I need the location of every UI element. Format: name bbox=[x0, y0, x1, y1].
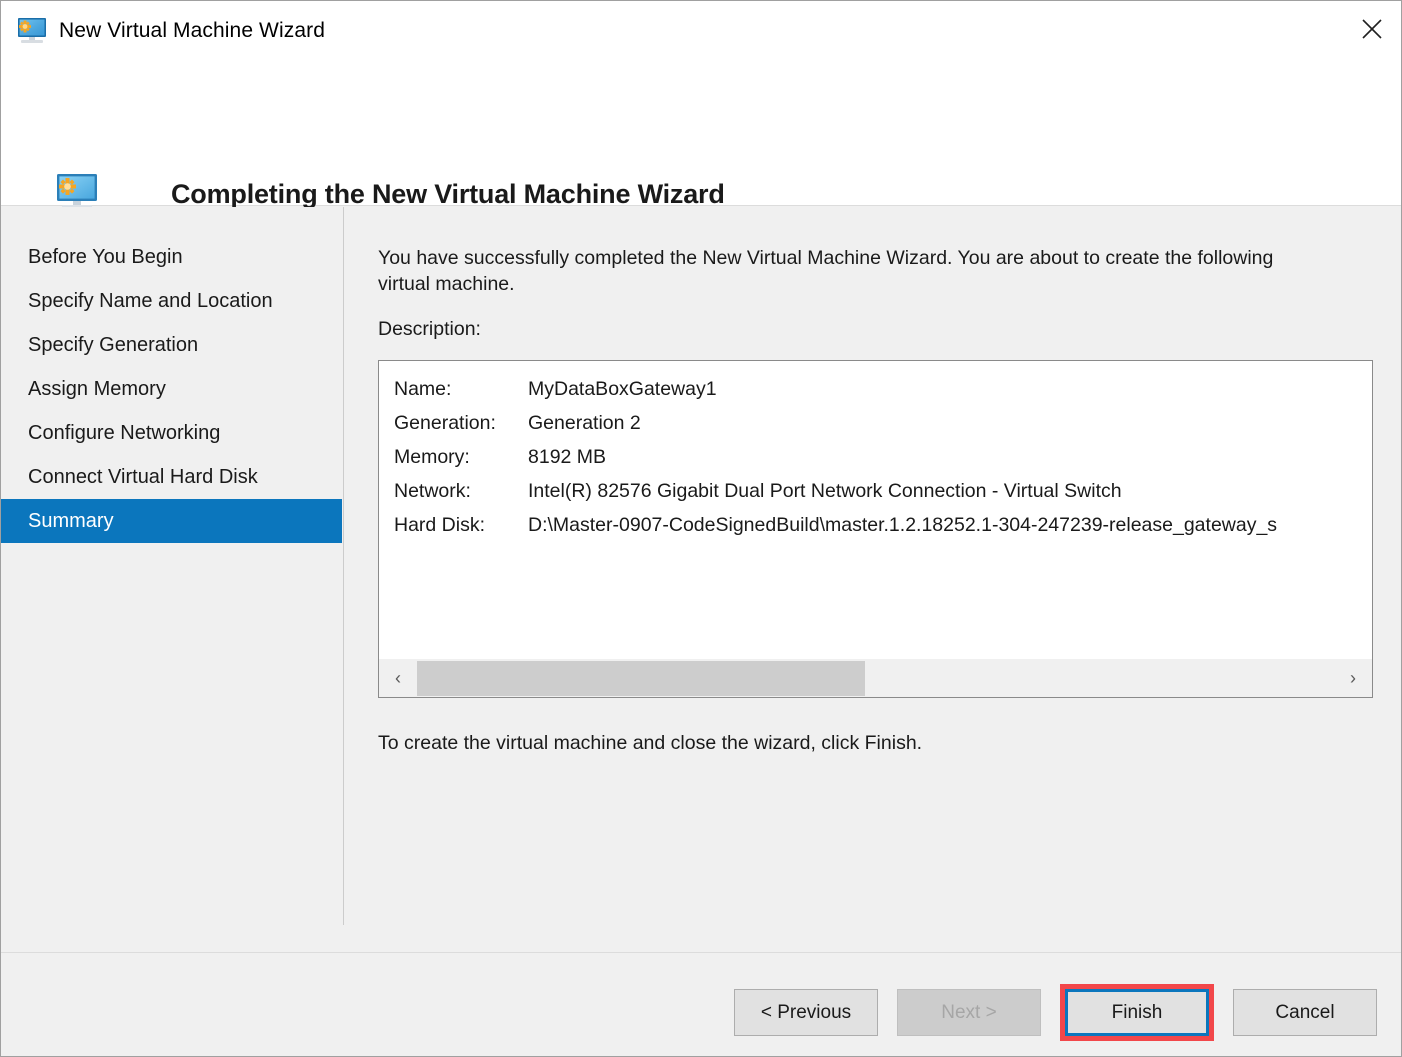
finish-instruction: To create the virtual machine and close … bbox=[378, 732, 923, 754]
sidebar-item-specify-generation[interactable]: Specify Generation bbox=[1, 323, 342, 367]
sidebar-item-label: Summary bbox=[28, 509, 114, 532]
summary-key: Hard Disk: bbox=[394, 513, 486, 536]
wizard-body: Before You Begin Specify Name and Locati… bbox=[1, 207, 1401, 952]
sidebar-item-label: Assign Memory bbox=[28, 377, 166, 400]
wizard-footer: < Previous Next > Finish Cancel bbox=[1, 952, 1401, 1056]
scroll-left-arrow-icon[interactable]: ‹ bbox=[379, 659, 417, 698]
sidebar-item-specify-name-and-location[interactable]: Specify Name and Location bbox=[1, 279, 342, 323]
summary-key: Network: bbox=[394, 479, 471, 502]
summary-row: Hard Disk: D:\Master-0907-CodeSignedBuil… bbox=[394, 508, 1372, 542]
summary-value: Generation 2 bbox=[528, 411, 641, 434]
previous-button[interactable]: < Previous bbox=[734, 989, 878, 1036]
sidebar-item-before-you-begin[interactable]: Before You Begin bbox=[1, 235, 342, 279]
footer-button-group: < Previous Next > Finish Cancel bbox=[734, 984, 1377, 1041]
title-bar: New Virtual Machine Wizard bbox=[1, 1, 1401, 61]
summary-rows: Name: MyDataBoxGateway1 Generation: Gene… bbox=[394, 372, 1372, 542]
new-virtual-machine-wizard-window: New Virtual Machine Wizard Completing th… bbox=[0, 0, 1402, 1057]
finish-button-highlight: Finish bbox=[1060, 984, 1214, 1041]
intro-paragraph: You have successfully completed the New … bbox=[378, 247, 1274, 295]
summary-key: Generation: bbox=[394, 411, 496, 434]
scrollbar-thumb[interactable] bbox=[417, 660, 865, 696]
sidebar-item-assign-memory[interactable]: Assign Memory bbox=[1, 367, 342, 411]
summary-value: D:\Master-0907-CodeSignedBuild\master.1.… bbox=[528, 513, 1278, 536]
summary-key: Memory: bbox=[394, 445, 470, 468]
description-label: Description: bbox=[378, 318, 481, 340]
description-box: Name: MyDataBoxGateway1 Generation: Gene… bbox=[378, 360, 1373, 698]
scrollbar-track[interactable] bbox=[417, 658, 1334, 697]
sidebar-item-label: Specify Name and Location bbox=[28, 289, 273, 312]
wizard-content-pane: You have successfully completed the New … bbox=[345, 207, 1401, 952]
sidebar-item-summary[interactable]: Summary bbox=[1, 499, 342, 543]
summary-row: Name: MyDataBoxGateway1 bbox=[394, 372, 1372, 406]
horizontal-scrollbar[interactable]: ‹ › bbox=[379, 658, 1372, 697]
finish-button[interactable]: Finish bbox=[1065, 989, 1209, 1036]
next-button: Next > bbox=[897, 989, 1041, 1036]
summary-row: Memory: 8192 MB bbox=[394, 440, 1372, 474]
sidebar-list: Before You Begin Specify Name and Locati… bbox=[1, 235, 342, 543]
wizard-header: Completing the New Virtual Machine Wizar… bbox=[1, 61, 1401, 209]
window-title: New Virtual Machine Wizard bbox=[59, 19, 325, 42]
sidebar-item-label: Before You Begin bbox=[28, 245, 183, 268]
sidebar-item-label: Configure Networking bbox=[28, 421, 221, 444]
summary-value: Intel(R) 82576 Gigabit Dual Port Network… bbox=[528, 479, 1122, 502]
close-icon[interactable] bbox=[1341, 1, 1401, 57]
summary-key: Name: bbox=[394, 377, 452, 400]
virtual-machine-monitor-icon bbox=[17, 17, 49, 45]
cancel-button[interactable]: Cancel bbox=[1233, 989, 1377, 1036]
sidebar-item-configure-networking[interactable]: Configure Networking bbox=[1, 411, 342, 455]
page-title: Completing the New Virtual Machine Wizar… bbox=[171, 179, 725, 209]
sidebar-item-label: Specify Generation bbox=[28, 333, 199, 356]
summary-value: 8192 MB bbox=[528, 445, 607, 468]
summary-row: Generation: Generation 2 bbox=[394, 406, 1372, 440]
wizard-steps-sidebar: Before You Begin Specify Name and Locati… bbox=[1, 207, 344, 925]
scroll-right-arrow-icon[interactable]: › bbox=[1334, 659, 1372, 698]
sidebar-item-connect-virtual-hard-disk[interactable]: Connect Virtual Hard Disk bbox=[1, 455, 342, 499]
summary-row: Network: Intel(R) 82576 Gigabit Dual Por… bbox=[394, 474, 1372, 508]
summary-value: MyDataBoxGateway1 bbox=[528, 377, 717, 400]
sidebar-item-label: Connect Virtual Hard Disk bbox=[28, 465, 258, 488]
